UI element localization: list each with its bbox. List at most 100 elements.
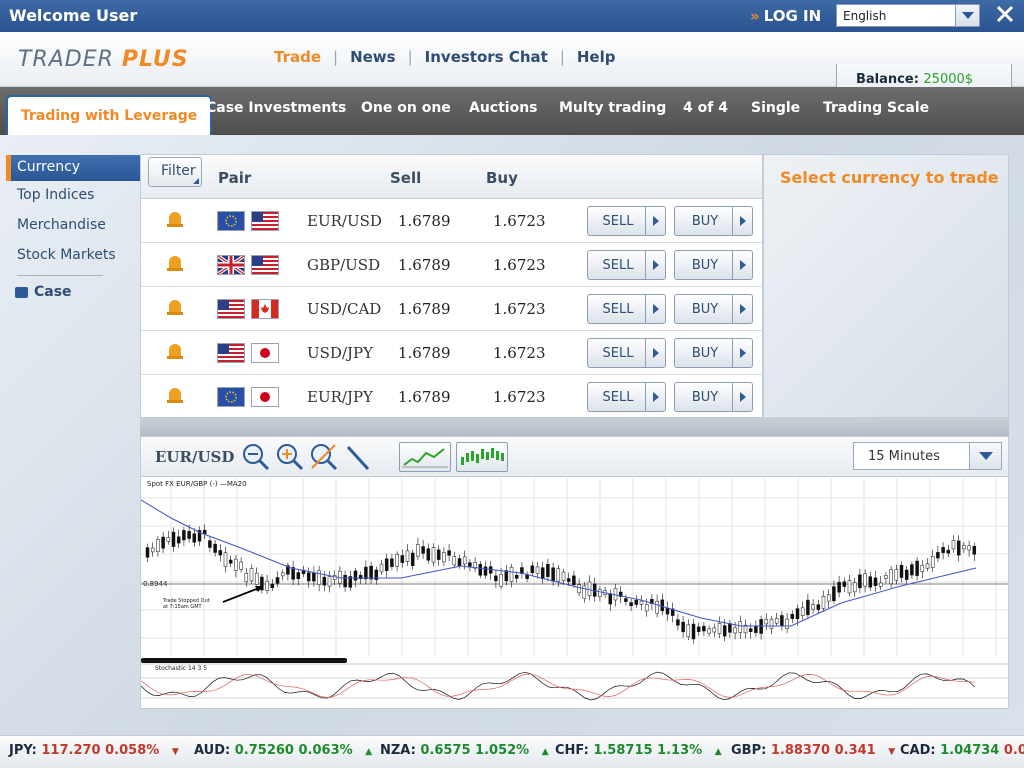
bell-icon[interactable]: [167, 388, 183, 405]
tab-case-investments[interactable]: Case Investments: [206, 100, 346, 116]
candlestick: [499, 573, 503, 587]
close-icon[interactable]: [993, 4, 1017, 28]
candlestick: [795, 608, 800, 619]
price-chart[interactable]: Spot FX EUR/GBP (-) —MA20 0.8944 Trade S…: [140, 478, 1008, 708]
bell-icon[interactable]: [167, 256, 183, 273]
case-label: Case: [34, 284, 72, 300]
ticker-item: CAD: 1.04734 0.04: [900, 743, 1024, 758]
candlestick: [327, 576, 332, 587]
stochastic-label: Stochastic 14 3 5: [155, 665, 207, 672]
filter-button[interactable]: Filter: [148, 157, 202, 187]
candlestick: [837, 582, 841, 593]
play-arrow-icon: [645, 383, 665, 411]
sidebar-item-currency[interactable]: Currency: [6, 155, 140, 181]
candlestick: [436, 549, 441, 560]
tab-single[interactable]: Single: [751, 100, 800, 116]
us-flag-icon: [217, 343, 245, 363]
sell-price: 1.6789: [398, 212, 451, 230]
candlestick: [780, 615, 784, 627]
sell-button[interactable]: SELL: [587, 206, 666, 236]
buy-button[interactable]: BUY: [674, 294, 753, 324]
tab-multy-trading[interactable]: Multy trading: [559, 100, 666, 116]
tab-4-of-4[interactable]: 4 of 4: [683, 100, 728, 116]
sidebar-item-case[interactable]: Case: [6, 280, 140, 304]
tab-trading-with-leverage[interactable]: Trading with Leverage: [6, 95, 213, 135]
sell-button[interactable]: SELL: [587, 250, 666, 280]
bell-icon[interactable]: [167, 212, 183, 229]
candlestick: [956, 540, 961, 556]
candlestick: [400, 555, 405, 563]
tab-trading-scale[interactable]: Trading Scale: [823, 100, 929, 116]
tab-auctions[interactable]: Auctions: [469, 100, 538, 116]
candlestick: [213, 543, 217, 553]
zoom-in-icon[interactable]: [275, 442, 305, 472]
draw-line-icon[interactable]: [343, 442, 373, 472]
candlestick: [842, 581, 847, 587]
bell-icon[interactable]: [167, 300, 183, 317]
ticker-item: CHF: 1.58715 1.13% ▲: [555, 743, 722, 758]
uk-flag-icon: [217, 254, 245, 276]
sell-button[interactable]: SELL: [587, 338, 666, 368]
candlestick: [852, 582, 857, 593]
candlestick-chart-canvas[interactable]: Spot FX EUR/GBP (-) —MA20 0.8944 Trade S…: [140, 478, 1008, 708]
panel-divider: [140, 418, 1009, 436]
candlestick: [442, 552, 446, 563]
zoom-reset-icon[interactable]: [309, 442, 339, 472]
scroll-handle[interactable]: [141, 658, 347, 663]
ticker-item: JPY: 117.270 0.058% ▼: [9, 743, 179, 758]
briefcase-icon: [15, 286, 28, 298]
nav-trade[interactable]: Trade: [262, 48, 333, 66]
candlestick: [369, 565, 373, 580]
login-button[interactable]: » LOG IN: [750, 7, 821, 25]
candlestick-chart-button[interactable]: [456, 442, 508, 472]
buy-button[interactable]: BUY: [674, 206, 753, 236]
language-select[interactable]: English: [836, 4, 980, 27]
candlestick: [244, 573, 249, 583]
buy-button[interactable]: BUY: [674, 338, 753, 368]
bell-icon[interactable]: [167, 344, 183, 361]
ticker-item: AUD: 0.75260 0.063% ▲: [194, 743, 373, 758]
candlestick: [712, 627, 717, 633]
candlestick: [150, 547, 155, 553]
chevron-down-icon[interactable]: [955, 5, 979, 26]
nav-investors-chat[interactable]: Investors Chat: [413, 48, 560, 66]
tab-one-on-one[interactable]: One on one: [361, 100, 451, 116]
candlestick: [494, 575, 498, 582]
candlestick: [915, 560, 919, 576]
play-arrow-icon: [645, 251, 665, 279]
candlestick: [270, 583, 275, 588]
candlestick: [655, 600, 659, 614]
nav-help[interactable]: Help: [565, 48, 628, 66]
candlestick: [478, 564, 483, 576]
sell-button[interactable]: SELL: [587, 294, 666, 324]
currency-table: Filter Pair Sell Buy EUR/USD 1.6789 1.67…: [140, 154, 763, 418]
candlestick: [234, 558, 238, 571]
sell-button[interactable]: SELL: [587, 382, 666, 412]
candlestick: [665, 607, 670, 615]
candlestick: [265, 580, 269, 591]
info-panel: Select currency to trade: [763, 154, 1009, 418]
timeframe-select[interactable]: 15 Minutes: [853, 442, 1002, 470]
candlestick: [275, 577, 280, 584]
logo: TRADER PLUS: [18, 47, 189, 72]
candlestick: [561, 571, 566, 581]
line-chart-button[interactable]: [399, 442, 451, 472]
filter-label: Filter: [161, 163, 196, 179]
sidebar-item-stock-markets[interactable]: Stock Markets: [6, 241, 140, 271]
sidebar-item-merchandise[interactable]: Merchandise: [6, 211, 140, 241]
candlestick: [790, 613, 795, 619]
sidebar-item-top-indices[interactable]: Top Indices: [6, 181, 140, 211]
chart-pair-title: EUR/USD: [155, 448, 235, 466]
candlestick: [587, 581, 592, 597]
candlestick: [416, 544, 420, 557]
buy-button[interactable]: BUY: [674, 250, 753, 280]
candlestick: [941, 547, 945, 553]
up-triangle-icon: ▲: [714, 747, 722, 757]
zoom-out-icon[interactable]: [241, 442, 271, 472]
buy-button[interactable]: BUY: [674, 382, 753, 412]
candlestick: [847, 580, 852, 594]
japan-flag-icon: [251, 387, 279, 407]
nav-news[interactable]: News: [338, 48, 408, 66]
candlestick: [873, 577, 878, 586]
chevron-down-icon[interactable]: [969, 443, 1001, 469]
